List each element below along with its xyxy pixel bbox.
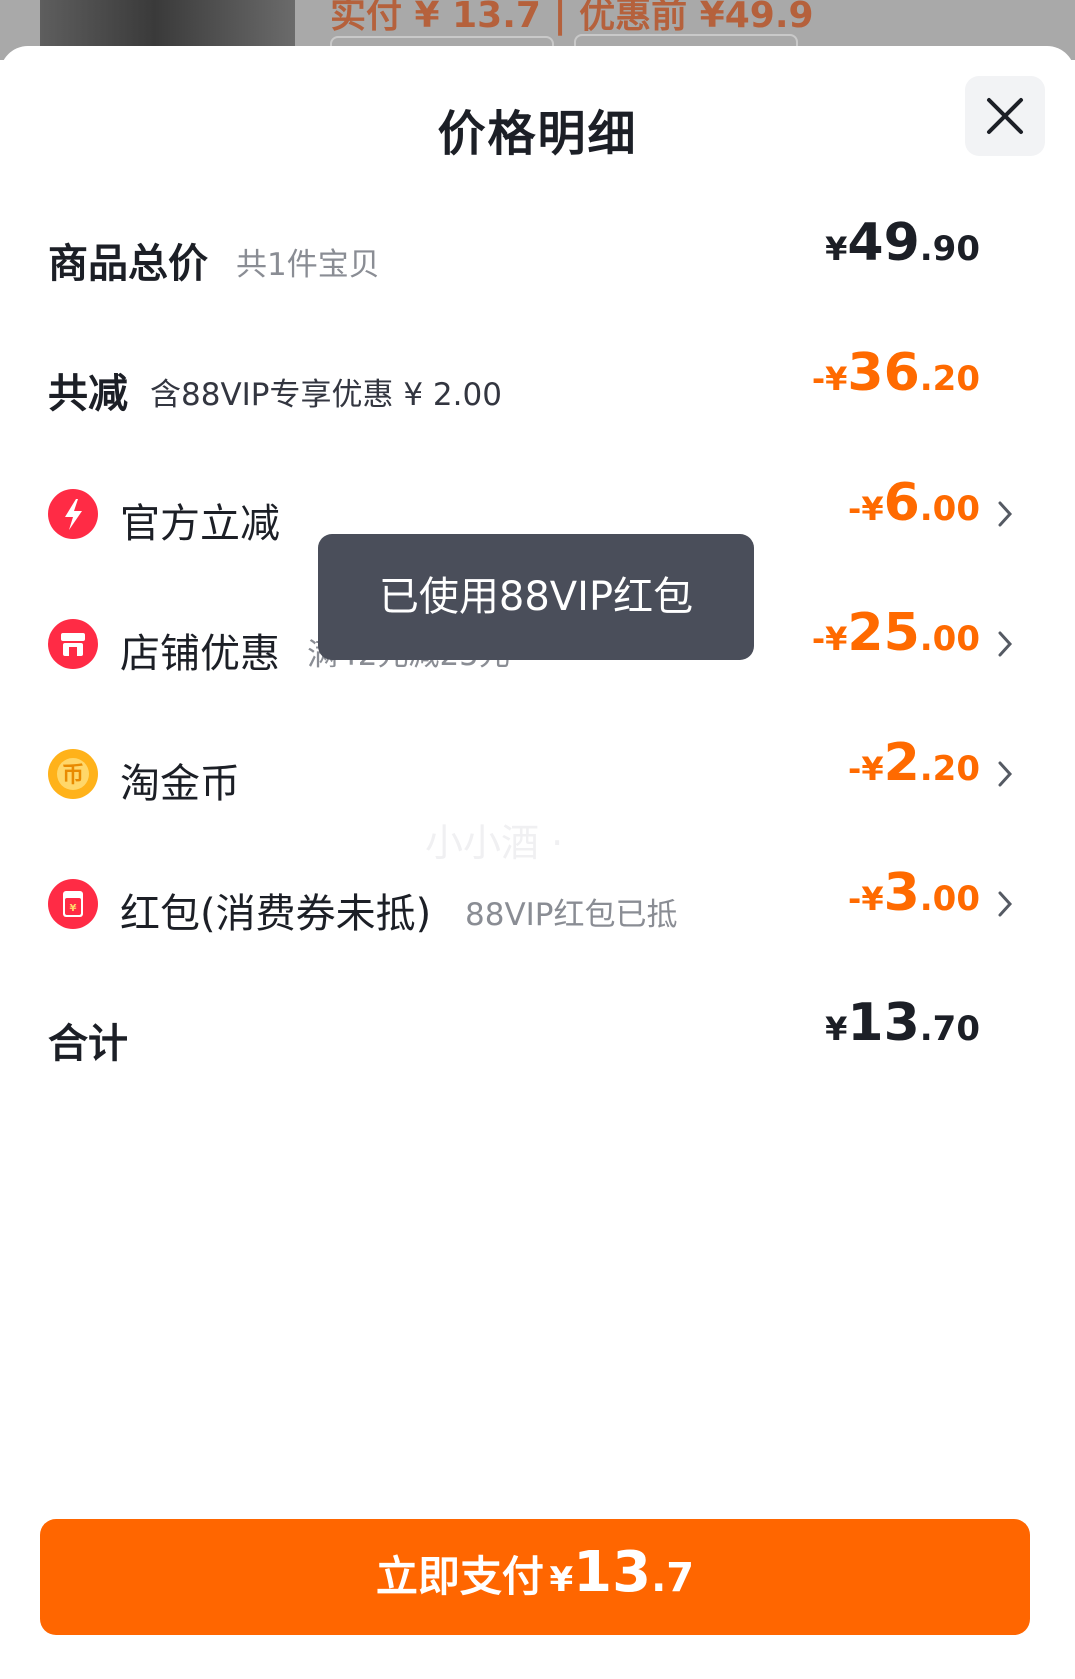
row-sub: 含88VIP专享优惠 ¥ 2.00 xyxy=(150,377,502,413)
row-label: 共减 xyxy=(48,371,128,417)
toast-message: 已使用88VIP红包 xyxy=(318,534,754,660)
row-goods-total: 商品总价 共1件宝贝 ¥49.90 xyxy=(0,213,1075,293)
chevron-right-icon[interactable] xyxy=(995,757,1015,791)
chevron-right-icon[interactable] xyxy=(995,887,1015,921)
row-sum: 合计 ¥13.70 xyxy=(0,993,1075,1073)
pay-button-int: 13 xyxy=(573,1540,652,1605)
pay-button-label: 立即支付 xyxy=(375,1552,544,1601)
official-discount-amount: -¥6.00 xyxy=(848,473,980,533)
watermark-text: 小小酒 · xyxy=(425,821,564,865)
close-icon xyxy=(987,98,1023,134)
red-packet-amount: -¥3.00 xyxy=(848,863,980,923)
pay-now-button[interactable]: 立即支付 ¥13.7 xyxy=(40,1519,1030,1635)
store-discount-amount: -¥25.00 xyxy=(811,603,980,663)
svg-text:¥: ¥ xyxy=(70,903,77,914)
background-price-text: 实付 ¥ 13.7 | 优惠前 ¥49.9 xyxy=(330,0,814,36)
taojinbi-amount: -¥2.20 xyxy=(848,733,980,793)
row-label: 店铺优惠 xyxy=(120,631,280,677)
row-sub: 88VIP红包已抵 xyxy=(465,897,678,933)
row-label: 红包(消费券未抵) xyxy=(120,891,432,937)
pay-button-dec: .7 xyxy=(651,1555,695,1601)
row-label: 商品总价 xyxy=(48,241,208,287)
row-label: 官方立减 xyxy=(120,501,280,547)
red-packet-icon: ¥ xyxy=(48,879,98,929)
sheet-title: 价格明细 xyxy=(437,106,638,162)
goods-total-amount: ¥49.90 xyxy=(825,213,980,273)
row-red-packet[interactable]: ¥ 红包(消费券未抵) 88VIP红包已抵 -¥3.00 xyxy=(0,863,1075,943)
price-detail-sheet: 价格明细 商品总价 共1件宝贝 ¥49.90 共减 含88VIP专享优惠 ¥ 2… xyxy=(0,46,1075,1679)
pay-button-currency: ¥ xyxy=(549,1560,574,1600)
row-sub: 共1件宝贝 xyxy=(236,247,380,283)
lightning-icon xyxy=(48,489,98,539)
chevron-right-icon[interactable] xyxy=(995,497,1015,531)
total-discount-amount: -¥36.20 xyxy=(811,343,980,403)
store-icon xyxy=(48,619,98,669)
row-total-discount: 共减 含88VIP专享优惠 ¥ 2.00 -¥36.20 xyxy=(0,343,1075,423)
coin-icon: 币 xyxy=(48,749,98,799)
row-label: 合计 xyxy=(48,1021,128,1067)
chevron-right-icon[interactable] xyxy=(995,627,1015,661)
close-button[interactable] xyxy=(965,76,1045,156)
svg-text:币: 币 xyxy=(62,763,84,788)
row-taojinbi[interactable]: 币 淘金币 -¥2.20 xyxy=(0,733,1075,813)
row-label: 淘金币 xyxy=(120,761,240,807)
sum-amount: ¥13.70 xyxy=(825,993,980,1053)
